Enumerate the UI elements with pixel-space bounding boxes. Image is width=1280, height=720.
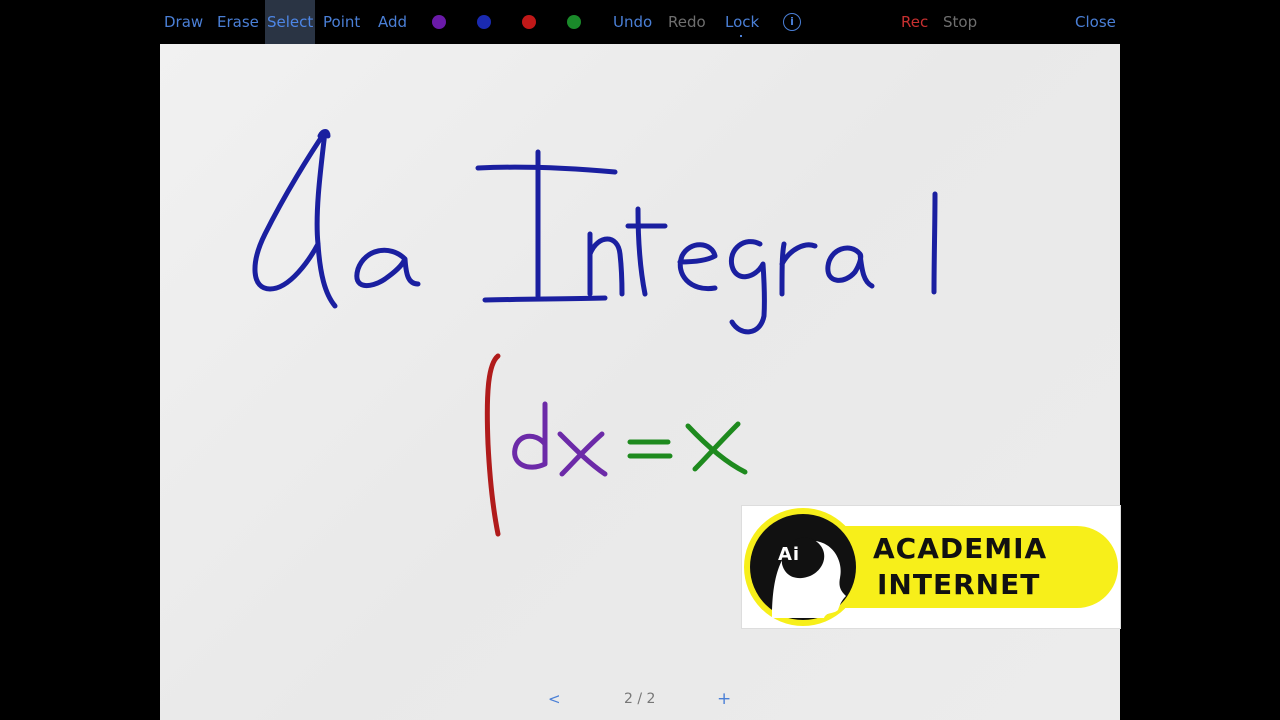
- close-button[interactable]: Close: [1075, 0, 1116, 44]
- erase-button[interactable]: Erase: [217, 0, 259, 44]
- lock-button[interactable]: Lock: [725, 0, 759, 44]
- ink-text-integral: [475, 149, 938, 335]
- logo-graphic: [744, 508, 1118, 626]
- draw-button[interactable]: Draw: [164, 0, 203, 44]
- page-indicator: 2 / 2: [624, 691, 656, 707]
- logo-line1: ACADEMIA: [873, 532, 1048, 565]
- academia-internet-logo: Ai ACADEMIA INTERNET: [741, 505, 1121, 629]
- prev-page-button[interactable]: <: [548, 688, 561, 710]
- undo-button[interactable]: Undo: [613, 0, 652, 44]
- toolbar: Draw Erase Select Point Add Undo Redo Lo…: [160, 0, 1120, 44]
- green-color-swatch[interactable]: [567, 15, 581, 29]
- logo-line2: INTERNET: [877, 568, 1041, 601]
- ink-text-dx: [512, 401, 608, 477]
- ink-text-la: [252, 129, 421, 309]
- stop-button[interactable]: Stop: [943, 0, 977, 44]
- rec-button[interactable]: Rec: [901, 0, 928, 44]
- lock-indicator: [740, 35, 742, 37]
- add-page-button[interactable]: +: [717, 688, 731, 710]
- ink-text-equals-x: [627, 421, 748, 475]
- point-button[interactable]: Point: [323, 0, 360, 44]
- purple-color-swatch[interactable]: [432, 15, 446, 29]
- info-icon[interactable]: i: [783, 13, 801, 31]
- red-color-swatch[interactable]: [522, 15, 536, 29]
- select-button[interactable]: Select: [265, 0, 316, 44]
- logo-badge: Ai: [778, 544, 801, 565]
- add-button[interactable]: Add: [378, 0, 407, 44]
- ink-integral-sign: [484, 353, 501, 537]
- redo-button[interactable]: Redo: [668, 0, 706, 44]
- whiteboard-canvas[interactable]: Ai ACADEMIA INTERNET: [160, 44, 1121, 720]
- blue-color-swatch[interactable]: [477, 15, 491, 29]
